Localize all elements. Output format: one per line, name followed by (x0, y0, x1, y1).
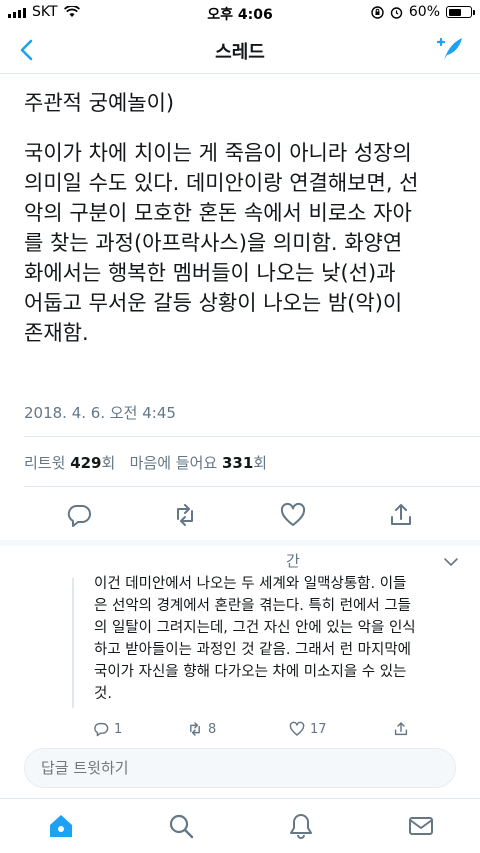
divider (24, 436, 480, 437)
battery-percent: 60% (408, 4, 440, 20)
heart-icon[interactable] (278, 500, 308, 530)
battery-icon (446, 6, 475, 18)
bell-icon[interactable] (286, 811, 316, 841)
reply-like-action[interactable]: 17 (288, 720, 327, 738)
share-icon (394, 722, 408, 736)
retweet-icon (190, 722, 200, 736)
tweet-timestamp[interactable]: 2018. 4. 6. 오전 4:45 (24, 402, 176, 423)
divider (24, 486, 480, 487)
alarm-icon (390, 6, 403, 19)
mail-icon[interactable] (406, 811, 436, 841)
retweets-stat[interactable]: 리트윗 429회 (24, 454, 115, 472)
likes-label: 마음에 들어요 (129, 454, 218, 472)
likes-unit: 회 (253, 454, 268, 472)
retweets-label: 리트윗 (24, 454, 66, 472)
tweet-title: 주관적 궁예놀이) (24, 91, 175, 115)
reply-reply-action[interactable]: 1 (92, 720, 122, 738)
home-icon[interactable] (46, 811, 76, 841)
battery-level (448, 8, 462, 16)
reply-author-fragment: 간 (286, 552, 300, 570)
likes-count: 331 (221, 454, 254, 472)
reply-icon[interactable] (64, 500, 94, 530)
tweet-stats: 리트윗 429회 마음에 들어요 331회 (24, 452, 267, 473)
reply-retweets-count: 8 (208, 721, 217, 737)
chevron-down-icon[interactable] (442, 555, 460, 569)
reply-input[interactable] (24, 748, 456, 788)
page-title: 스레드 (215, 42, 265, 63)
tweet-body: 국이가 차에 치이는 게 죽음이 아니라 성장의 의미일 수도 있다. 데미안이… (24, 141, 419, 345)
thread-line (72, 578, 74, 708)
compose-tweet-icon[interactable] (434, 34, 466, 64)
likes-stat[interactable]: 마음에 들어요 331회 (130, 454, 267, 472)
nav-bar: 스레드 (0, 26, 480, 74)
status-bar: SKT 오후 4:06 60% (0, 0, 480, 26)
status-right: 60% (371, 4, 475, 20)
tab-bar (0, 798, 480, 853)
reply-icon (94, 722, 109, 737)
reply-text: 이건 데미안에서 나오는 두 세계와 일맥상통함. 이들 은 선악의 경계에서 … (94, 576, 416, 702)
share-icon[interactable] (386, 500, 416, 530)
orientation-lock-icon (371, 5, 384, 19)
tweet-text: 주관적 궁예놀이) 국이가 차에 치이는 게 죽음이 아니라 성장의 의미일 수… (24, 88, 464, 348)
reply-likes-count: 17 (310, 721, 327, 737)
reply-retweet-action[interactable]: 8 (186, 720, 216, 738)
reply-share-action[interactable] (392, 720, 410, 738)
retweets-unit: 회 (101, 454, 116, 472)
tweet-actions (0, 500, 480, 530)
retweets-count: 429 (70, 454, 102, 472)
reply-actions: 1 8 17 (92, 720, 422, 740)
reply-replies-count: 1 (114, 721, 123, 737)
retweet-icon[interactable] (170, 500, 200, 530)
heart-icon (289, 721, 305, 736)
section-separator (0, 540, 480, 546)
search-icon[interactable] (166, 811, 196, 841)
